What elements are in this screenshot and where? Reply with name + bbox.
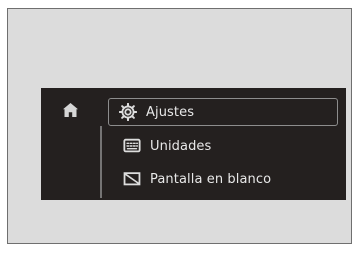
settings-gear-icon (119, 103, 137, 121)
units-keyboard-icon (123, 138, 141, 153)
menu-item-label: Unidades (150, 138, 212, 154)
menu-item-unidades[interactable]: Unidades (110, 132, 211, 160)
menu-item-label: Pantalla en blanco (150, 171, 272, 187)
screenshot-frame: Ajustes Unidades Pantalla en blanco (7, 8, 352, 244)
menu-item-pantalla-en-blanco[interactable]: Pantalla en blanco (110, 165, 271, 193)
settings-menu-panel: Ajustes Unidades Pantalla en blanco (41, 88, 346, 200)
menu-item-ajustes[interactable]: Ajustes (108, 98, 338, 126)
blank-screen-icon (123, 172, 141, 186)
home-icon[interactable] (62, 102, 79, 118)
menu-divider (100, 126, 102, 198)
menu-item-label: Ajustes (146, 104, 195, 120)
